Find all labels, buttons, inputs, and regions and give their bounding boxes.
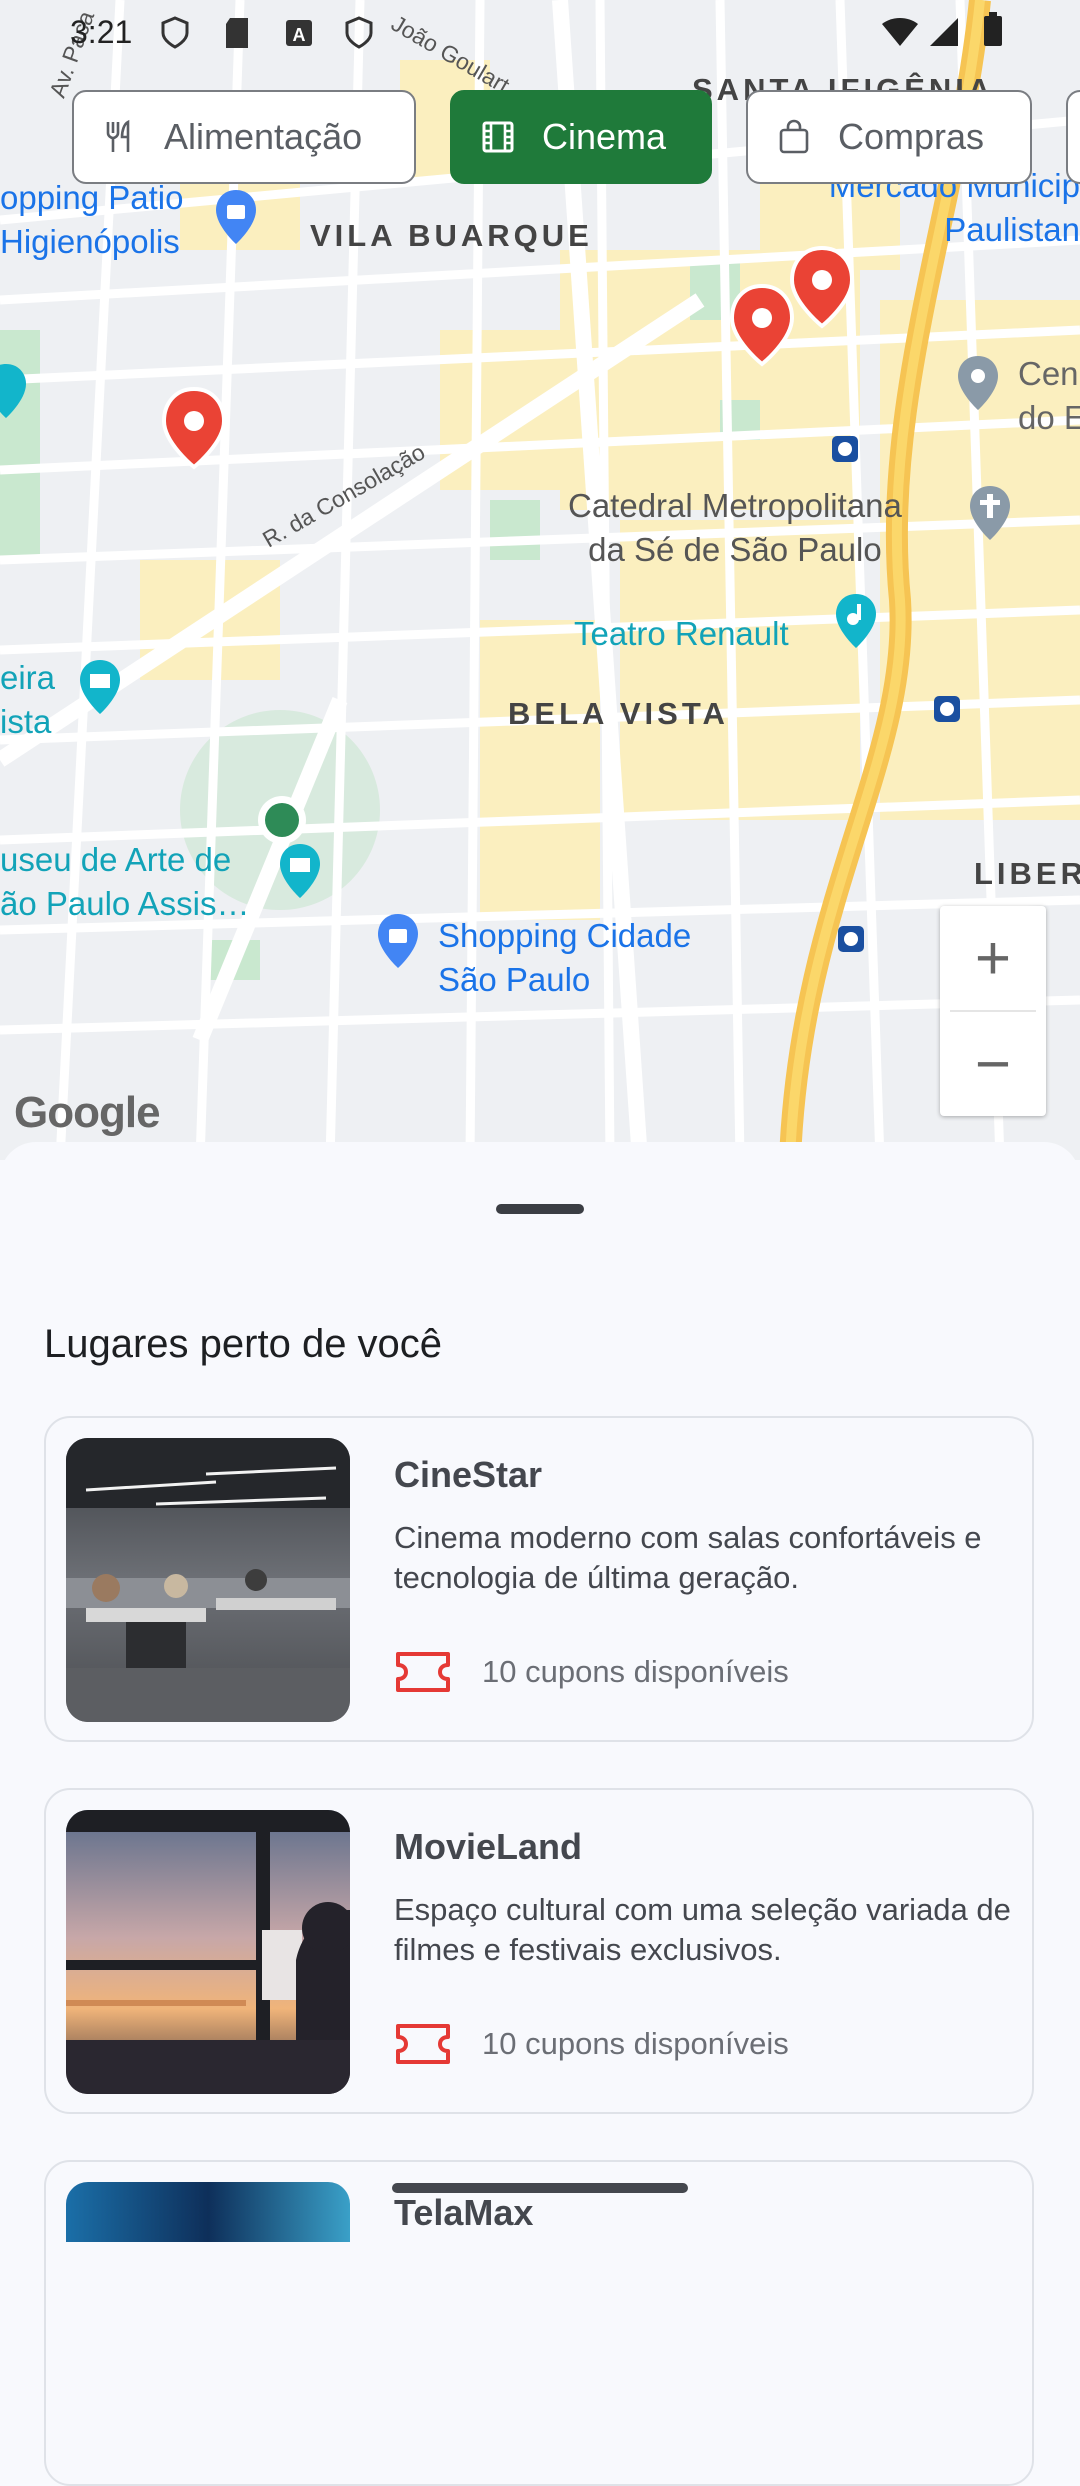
wifi-icon (882, 18, 918, 46)
category-filter-bar: Alimentação Cinema Compras (0, 90, 1080, 186)
user-location-icon (258, 796, 306, 844)
svg-text:A: A (293, 25, 306, 45)
sd-card-icon (226, 18, 248, 48)
filter-chip-cinema[interactable]: Cinema (450, 90, 712, 184)
sunset-window-photo (66, 1810, 350, 2094)
coupon-count-label: 10 cupons disponíveis (482, 1654, 789, 1689)
ticket-icon (396, 1652, 450, 1692)
office-photo (66, 1438, 350, 1722)
coupon-count: 10 cupons disponíveis (394, 2022, 789, 2066)
status-bar: 3:21 A (0, 0, 1080, 62)
church-poi-icon (970, 486, 1010, 540)
place-photo (66, 1810, 350, 2094)
museum-poi-icon (280, 844, 320, 898)
map-label-bela-vista: BELA VISTA (508, 696, 729, 731)
zoom-in-button[interactable]: + (940, 906, 1046, 1010)
zoom-controls: + − (940, 906, 1046, 1116)
place-pin-icon[interactable] (158, 385, 230, 475)
place-card-cinestar[interactable]: CineStar Cinema moderno com salas confor… (44, 1416, 1034, 1742)
gesture-nav-bar[interactable] (392, 2183, 688, 2193)
coupon-count: 10 cupons disponíveis (394, 1650, 789, 1694)
places-bottom-sheet: Lugares perto de você CineStar Cinema mo… (0, 1142, 1080, 2486)
theater-poi-icon (836, 594, 876, 648)
place-name: MovieLand (394, 1826, 583, 1867)
place-description: Espaço cultural com uma seleção variada … (394, 1892, 1011, 1967)
battery-icon (984, 12, 1002, 46)
map-label-teatro: Teatro Renault (574, 615, 789, 652)
map-label-shopping-cidade: Shopping Cidade São Paulo (438, 917, 692, 998)
sheet-title: Lugares perto de você (44, 1322, 443, 1366)
shopping-bag-icon (779, 119, 809, 154)
filter-chip-alimentacao[interactable]: Alimentação (72, 90, 416, 184)
filter-chip-label: Compras (838, 116, 985, 157)
metro-station-icon (838, 926, 864, 952)
place-pin-icon[interactable] (786, 244, 858, 334)
film-icon (482, 121, 514, 153)
museum-poi-icon (80, 660, 120, 714)
map-label-museu: useu de Arte de ão Paulo Assis… (0, 841, 250, 922)
shopping-poi-icon (216, 190, 256, 244)
place-photo (66, 2182, 350, 2242)
shield-icon (345, 16, 373, 49)
coupon-count-label: 10 cupons disponíveis (482, 2026, 789, 2061)
fork-knife-icon (106, 119, 130, 152)
zoom-out-button[interactable]: − (940, 1012, 1046, 1116)
place-card-movieland[interactable]: MovieLand Espaço cultural com uma seleçã… (44, 1788, 1034, 2114)
cell-signal-icon (930, 18, 958, 46)
map-label-liberdade: LIBER (974, 856, 1080, 891)
place-name: CineStar (394, 1454, 543, 1495)
map-label-vila-buarque: VILA BUARQUE (310, 218, 593, 253)
metro-station-icon (832, 436, 858, 462)
status-time: 3:21 (70, 14, 133, 50)
font-a-icon: A (286, 20, 312, 46)
metro-poi-icon (0, 364, 26, 418)
place-card-telamax[interactable]: TelaMax (44, 2160, 1034, 2486)
sheet-drag-handle[interactable] (496, 1204, 584, 1214)
place-description: Cinema moderno com salas confortáveis e … (394, 1520, 982, 1595)
map-label-eira: eira ista (0, 659, 56, 740)
place-name: TelaMax (394, 2192, 534, 2233)
landmark-poi-icon (958, 356, 998, 410)
filter-chip-more[interactable] (1066, 90, 1080, 184)
shield-icon (161, 16, 189, 49)
place-photo (66, 1438, 350, 1722)
filter-chip-compras[interactable]: Compras (746, 90, 1032, 184)
shopping-poi-icon (378, 914, 418, 968)
google-attribution: Google (14, 1088, 161, 1137)
metro-station-icon (934, 696, 960, 722)
map-label-centro: Cen do E (1018, 355, 1080, 436)
map-label-shopping-patio: opping Patio Higienópolis (0, 179, 184, 260)
ticket-icon (396, 2024, 450, 2064)
map-label-catedral: Catedral Metropolitana da Sé de São Paulo (568, 487, 902, 568)
filter-chip-label: Cinema (542, 116, 667, 157)
filter-chip-label: Alimentação (164, 116, 363, 157)
